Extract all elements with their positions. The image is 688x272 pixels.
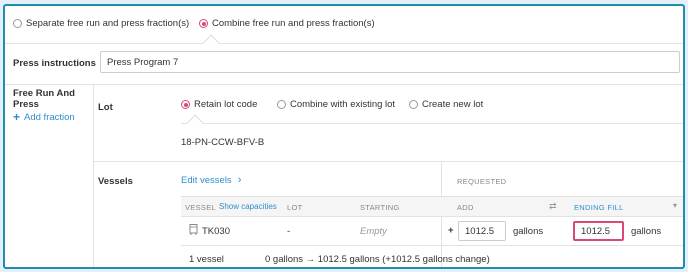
retain-lot-radio[interactable] [181, 100, 190, 109]
requested-header: REQUESTED [457, 177, 507, 186]
divider [5, 43, 683, 44]
retain-lot-option[interactable]: Retain lot code [181, 99, 257, 110]
vessel-column-header: VESSEL [185, 203, 216, 212]
press-form-panel: Separate free run and press fraction(s) … [3, 4, 685, 269]
lot-selection-pointer [186, 114, 204, 132]
volume-change-summary: 0 gallons → 1012.5 gallons (+1012.5 gall… [265, 254, 490, 265]
show-capacities-link[interactable]: Show capacities [219, 202, 277, 211]
add-column-header: ADD [457, 203, 474, 212]
lot-column-header: LOT [287, 203, 303, 212]
swap-icon[interactable]: ⇄ [549, 201, 557, 212]
combine-mode-option[interactable]: Combine free run and press fraction(s) [199, 18, 375, 29]
plus-icon: + [13, 110, 21, 124]
add-amount-input[interactable]: 1012.5 [458, 221, 506, 241]
divider [93, 161, 683, 162]
combine-mode-radio[interactable] [199, 19, 208, 28]
lot-label: Lot [98, 102, 113, 113]
separate-mode-radio[interactable] [13, 19, 22, 28]
sidebar-divider [93, 84, 94, 267]
ending-fill-column-header: ENDING FILL [574, 203, 624, 212]
combine-lot-option[interactable]: Combine with existing lot [277, 99, 395, 110]
combine-lot-radio[interactable] [277, 100, 286, 109]
vessel-starting: Empty [360, 226, 387, 237]
divider [181, 245, 683, 246]
create-lot-radio[interactable] [409, 100, 418, 109]
divider [181, 123, 683, 124]
combine-mode-label: Combine free run and press fraction(s) [212, 18, 375, 29]
separate-mode-option[interactable]: Separate free run and press fraction(s) [13, 18, 189, 29]
free-run-press-title: Free Run And Press [13, 88, 75, 110]
add-unit: gallons [513, 226, 544, 237]
vessel-count: 1 vessel [189, 254, 224, 265]
starting-column-header: STARTING [360, 203, 400, 212]
edit-vessels-link[interactable]: Edit vessels › [181, 174, 241, 186]
chevron-right-icon: › [237, 174, 242, 186]
add-fraction-link[interactable]: + Add fraction [13, 110, 75, 124]
vessel-name[interactable]: TK030 [202, 226, 230, 237]
column-menu-caret-icon[interactable]: ▾ [673, 201, 677, 210]
vessels-label: Vessels [98, 176, 133, 187]
divider [5, 84, 683, 85]
ending-fill-input[interactable]: 1012.5 [573, 221, 624, 241]
tank-icon [189, 224, 198, 235]
create-lot-option[interactable]: Create new lot [409, 99, 483, 110]
press-instructions-input[interactable]: Press Program 7 [100, 51, 680, 73]
separate-mode-label: Separate free run and press fraction(s) [26, 18, 190, 29]
lot-code: 18-PN-CCW-BFV-B [181, 137, 265, 148]
vessel-lot: - [287, 226, 291, 237]
selection-pointer [202, 34, 220, 52]
press-instructions-label: Press instructions [13, 58, 96, 69]
ending-fill-unit: gallons [631, 226, 662, 237]
add-plus-sign: + [448, 225, 454, 236]
